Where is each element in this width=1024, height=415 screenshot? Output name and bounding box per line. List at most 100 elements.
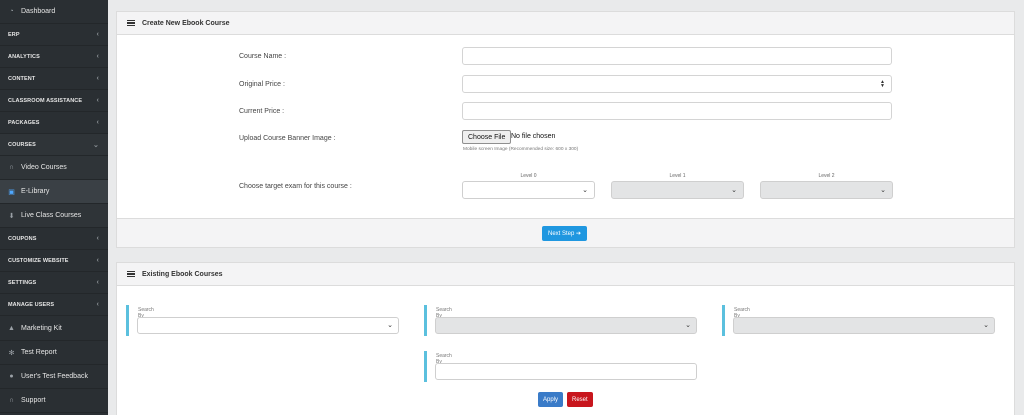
menu-bars-icon (127, 19, 135, 27)
chevron-down-icon: ⌄ (880, 187, 886, 194)
level1-label: Level 1 (669, 173, 686, 179)
sidebar-item-label: Dashboard (21, 8, 56, 15)
filter-level2: Search By Level 2 ⌄ (722, 305, 995, 336)
sidebar-item-video-courses[interactable]: ∩ Video Courses (0, 156, 108, 180)
sidebar-item-courses[interactable]: COURSES ⌄ (0, 134, 108, 156)
chevron-down-icon: ⌄ (731, 187, 737, 194)
chevron-down-icon: ⌄ (685, 322, 691, 329)
apply-button[interactable]: Apply (538, 392, 564, 407)
number-stepper-icon[interactable]: ▲ ▼ (880, 80, 885, 89)
banner-size-hint: Mobile screen Image (Recommended size: 6… (463, 147, 579, 152)
headphones-icon: ∩ (8, 164, 15, 171)
sidebar-submenu-courses: ∩ Video Courses ▣ E-Library ⬇ Live Class… (0, 156, 108, 228)
original-price-input[interactable]: ▲ ▼ (462, 75, 892, 93)
level1-select[interactable]: ⌄ (611, 181, 744, 199)
panel-footer: Next Step ➔ (117, 218, 1014, 247)
chevron-left-icon: ‹ (96, 279, 99, 286)
sidebar-item-e-library[interactable]: ▣ E-Library (0, 180, 108, 204)
chevron-left-icon: ‹ (96, 301, 99, 308)
filter-level1: Search By Level 1 ⌄ (424, 305, 697, 336)
sidebar-item-support[interactable]: ∩ Support (0, 389, 108, 413)
original-price-label: Original Price : (239, 81, 285, 88)
panel-header: Existing Ebook Courses (117, 263, 1014, 286)
sidebar-item-label: Test Report (21, 349, 57, 356)
current-price-label: Current Price : (239, 108, 285, 115)
level2-label: Level 2 (818, 173, 835, 179)
sidebar: ◔ Dashboard ERP ‹ ANALYTICS ‹ CONTENT ‹ … (0, 0, 108, 415)
level0-select[interactable]: ⌄ (462, 181, 595, 199)
sidebar-item-marketing-kit[interactable]: ▲ Marketing Kit (0, 316, 108, 341)
chevron-left-icon: ‹ (96, 31, 99, 38)
dashboard-icon: ◔ (9, 8, 14, 15)
reset-button[interactable]: Reset (567, 392, 593, 407)
sidebar-item-label: CONTENT (8, 75, 36, 82)
sidebar-item-test-report[interactable]: ✻ Test Report (0, 341, 108, 365)
upload-banner-label: Upload Course Banner Image : (239, 135, 336, 142)
sidebar-item-label: COURSES (8, 141, 36, 148)
panel-title: Existing Ebook Courses (142, 270, 223, 278)
sidebar-item-label: COUPONS (8, 235, 37, 242)
sidebar-item-label: Support (21, 397, 46, 404)
level0-label: Level 0 (520, 173, 537, 179)
filter-name: Search By Name (424, 351, 697, 382)
sidebar-item-customize-website[interactable]: CUSTOMIZE WEBSITE ‹ (0, 250, 108, 272)
headset-icon: ∩ (8, 397, 15, 404)
chevron-left-icon: ‹ (96, 97, 99, 104)
course-name-input[interactable] (462, 47, 892, 65)
chat-icon: ● (9, 373, 14, 380)
filter-level0-select[interactable]: ⌄ (137, 317, 399, 334)
chevron-down-icon: ⌄ (387, 322, 393, 329)
sidebar-item-label: MANAGE USERS (8, 301, 55, 308)
chevron-down-icon: ⌄ (93, 141, 99, 149)
filter-level2-select[interactable]: ⌄ (733, 317, 995, 334)
sidebar-item-label: Live Class Courses (21, 212, 82, 219)
next-step-button[interactable]: Next Step ➔ (542, 226, 588, 241)
no-file-chosen-text: No file chosen (511, 133, 556, 140)
gear-icon: ✻ (8, 349, 15, 357)
sidebar-item-coupons[interactable]: COUPONS ‹ (0, 228, 108, 250)
sidebar-item-label: Marketing Kit (21, 324, 62, 332)
sidebar-item-dashboard[interactable]: ◔ Dashboard (0, 0, 108, 24)
panel-title: Create New Ebook Course (142, 19, 230, 27)
current-price-input[interactable] (462, 102, 892, 120)
sidebar-item-content[interactable]: CONTENT ‹ (0, 68, 108, 90)
marketing-icon: ▲ (8, 324, 15, 332)
book-icon: ▣ (8, 188, 15, 196)
filter-level0: Search By Level 0 ⌄ (126, 305, 399, 336)
chevron-down-icon: ⌄ (983, 322, 989, 329)
filter-level1-select[interactable]: ⌄ (435, 317, 697, 334)
sidebar-item-classroom-assistance[interactable]: CLASSROOM ASSISTANCE ‹ (0, 90, 108, 112)
sidebar-item-label: E-Library (21, 188, 50, 195)
sidebar-item-settings[interactable]: SETTINGS ‹ (0, 272, 108, 294)
sidebar-item-label: PACKAGES (8, 119, 40, 126)
sidebar-item-packages[interactable]: PACKAGES ‹ (0, 112, 108, 134)
chevron-down-icon: ⌄ (582, 187, 588, 194)
choose-file-button[interactable]: Choose File (462, 130, 512, 144)
sidebar-item-label: CUSTOMIZE WEBSITE (8, 257, 69, 264)
chevron-left-icon: ‹ (96, 235, 99, 242)
live-icon: ⬇ (8, 212, 15, 220)
chevron-left-icon: ‹ (96, 53, 99, 60)
sidebar-item-manage-users[interactable]: MANAGE USERS ‹ (0, 294, 108, 316)
existing-ebooks-panel: Existing Ebook Courses Search By Level 0… (116, 262, 1015, 415)
chevron-left-icon: ‹ (96, 257, 99, 264)
chevron-left-icon: ‹ (96, 119, 99, 126)
chevron-left-icon: ‹ (96, 75, 99, 82)
sidebar-item-label: ANALYTICS (8, 53, 40, 60)
sidebar-item-live-class-courses[interactable]: ⬇ Live Class Courses (0, 204, 108, 228)
sidebar-item-label: SETTINGS (8, 279, 37, 286)
sidebar-item-users-test-feedback[interactable]: ● User's Test Feedback (0, 365, 108, 389)
sidebar-item-label: User's Test Feedback (21, 373, 88, 380)
search-name-input[interactable] (435, 363, 697, 380)
sidebar-item-erp[interactable]: ERP ‹ (0, 24, 108, 46)
sidebar-item-analytics[interactable]: ANALYTICS ‹ (0, 46, 108, 68)
level2-select[interactable]: ⌄ (760, 181, 893, 199)
create-ebook-panel: Create New Ebook Course Course Name : Or… (116, 11, 1015, 248)
sidebar-item-label: CLASSROOM ASSISTANCE (8, 97, 83, 104)
sidebar-item-label: Video Courses (21, 164, 67, 171)
panel-header: Create New Ebook Course (117, 12, 1014, 35)
course-name-label: Course Name : (239, 53, 287, 60)
target-exam-label: Choose target exam for this course : (239, 183, 352, 190)
sidebar-item-label: ERP (8, 31, 20, 38)
menu-bars-icon (127, 270, 135, 278)
